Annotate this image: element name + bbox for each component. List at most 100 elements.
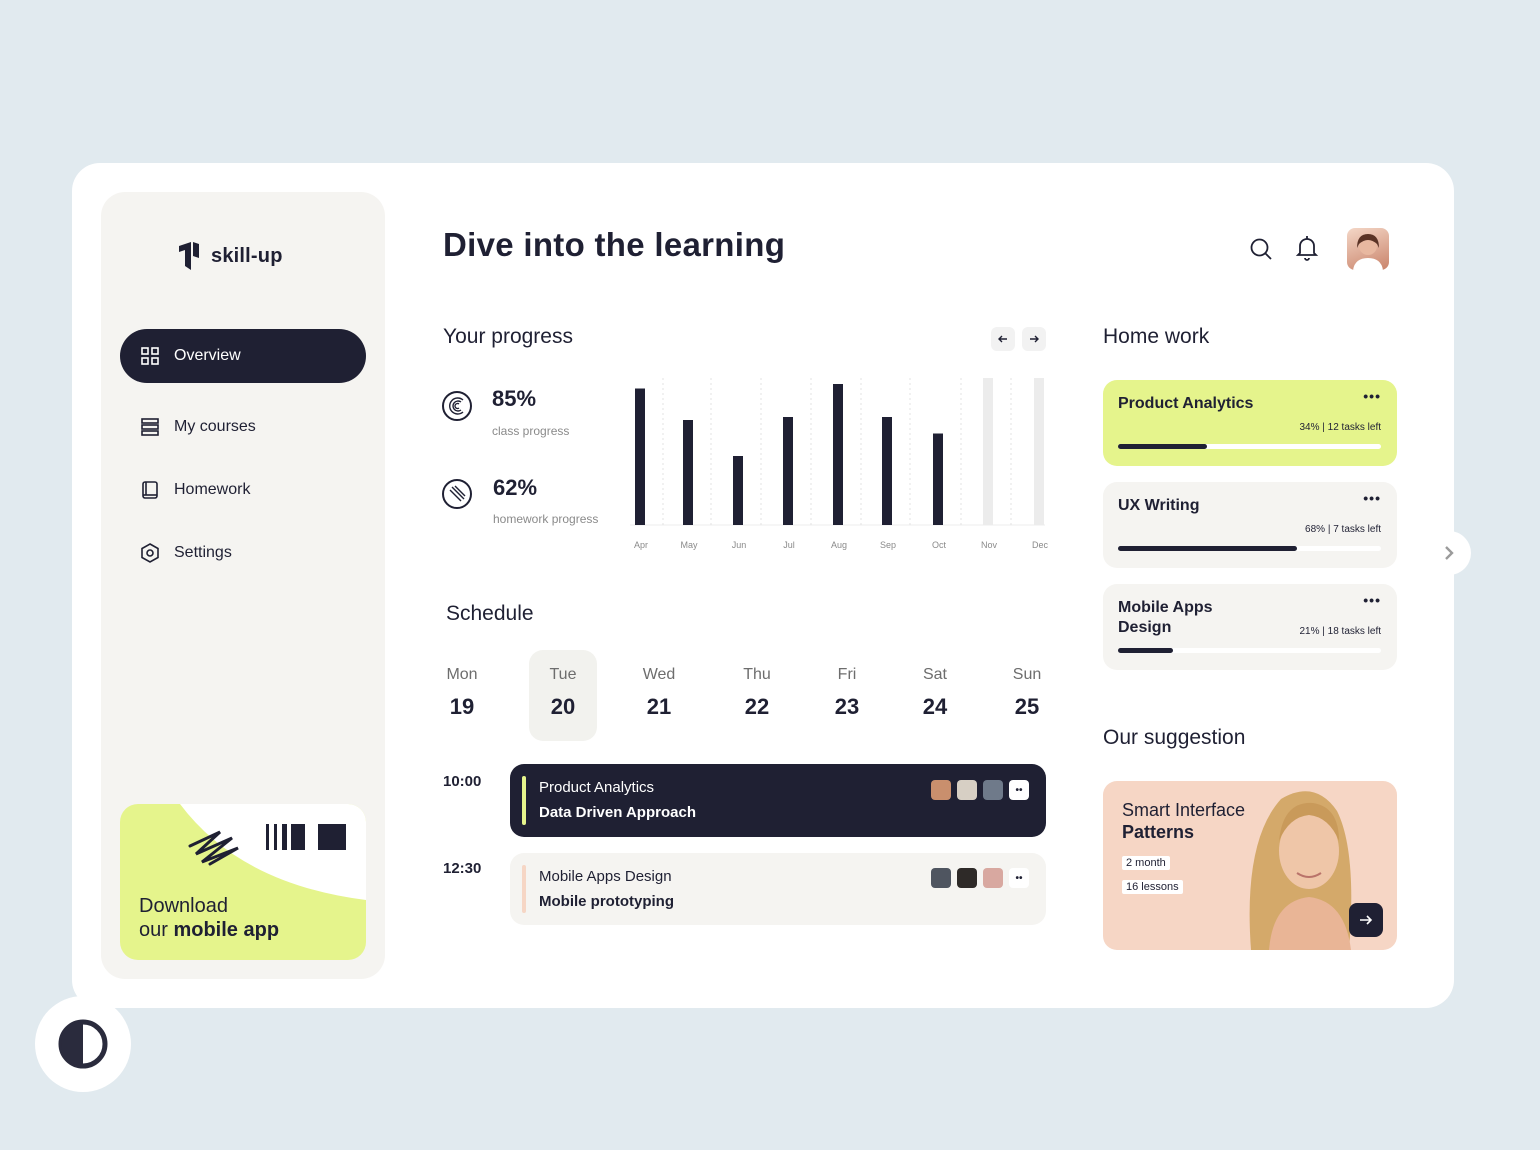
event-course: Mobile Apps Design [539, 868, 672, 885]
arrow-right-icon [1030, 335, 1039, 343]
homework-card-meta: 68% | 7 tasks left [1305, 524, 1381, 535]
homework-card[interactable]: Product Analytics ••• 34% | 12 tasks left [1103, 380, 1397, 466]
stack-icon [140, 417, 160, 437]
chart-bar[interactable] [733, 456, 743, 525]
chart-bar[interactable] [933, 433, 943, 526]
day-name: Wed [642, 666, 676, 683]
day-number: 20 [550, 694, 576, 719]
sidebar: skill-up Overview My courses Homework Se… [101, 192, 385, 979]
chart-bar[interactable] [833, 384, 843, 525]
participant-avatar [983, 868, 1003, 888]
homework-progress-fill [1118, 546, 1297, 551]
day-sat[interactable]: Sat 24 [901, 650, 969, 741]
homework-card-meta: 21% | 18 tasks left [1299, 626, 1381, 637]
event-course: Product Analytics [539, 779, 655, 796]
chart-x-label: May [680, 540, 698, 550]
chart-x-label: Jun [732, 540, 747, 550]
participant-avatar [957, 780, 977, 800]
settings-icon [140, 543, 160, 563]
day-number: 23 [834, 694, 860, 719]
day-name: Mon [446, 666, 478, 683]
panel-next-button[interactable] [1427, 531, 1471, 575]
brand-logo[interactable]: skill-up [177, 240, 283, 272]
day-name: Thu [743, 666, 771, 683]
more-options-button[interactable]: ••• [1363, 388, 1381, 404]
lessons-chip: 16 lessons [1122, 880, 1183, 894]
chart-bar[interactable] [882, 417, 892, 525]
chart-x-label: Nov [981, 540, 998, 550]
day-name: Fri [837, 666, 857, 683]
schedule-title: Schedule [446, 602, 534, 625]
chart-x-label: Jul [783, 540, 795, 550]
homework-card-title: Mobile Apps Design [1118, 599, 1213, 636]
nav-label: Homework [174, 481, 251, 498]
suggestion-card[interactable]: Smart Interface Patterns 2 month 16 lesso… [1103, 781, 1397, 950]
day-number: 19 [449, 694, 475, 719]
homework-progress-fill [1118, 444, 1208, 449]
more-participants-button[interactable]: •• [1009, 780, 1029, 800]
chart-next-button[interactable] [1022, 327, 1046, 351]
nav-label: My courses [174, 418, 256, 435]
homework-progress-icon [442, 479, 472, 509]
nav-item-overview[interactable]: Overview [120, 329, 366, 383]
homework-card[interactable]: UX Writing ••• 68% | 7 tasks left [1103, 482, 1397, 568]
event-accent [522, 776, 526, 825]
book-icon [140, 480, 160, 500]
user-avatar[interactable] [1347, 228, 1389, 270]
brand-name: skill-up [211, 244, 283, 267]
logo-icon [179, 242, 199, 270]
homework-title: Home work [1103, 325, 1210, 348]
chart-bar-empty[interactable] [983, 378, 993, 525]
participant-avatar [931, 780, 951, 800]
arrow-right-icon [1360, 915, 1373, 925]
class-progress-icon [442, 391, 472, 421]
participant-avatar [983, 780, 1003, 800]
homework-progress-track [1118, 648, 1381, 653]
suggestion-card-title: Smart Interface Patterns [1122, 800, 1246, 842]
day-number: 22 [744, 694, 770, 719]
homework-progress-track [1118, 546, 1381, 551]
day-number: 25 [1014, 694, 1040, 719]
suggestion-open-button[interactable] [1349, 903, 1383, 937]
day-tue[interactable]: Tue 20 [529, 650, 597, 741]
bell-icon[interactable] [1294, 235, 1320, 261]
theme-toggle-button[interactable] [35, 996, 131, 1092]
day-number: 21 [646, 694, 672, 719]
homework-progress-fill [1118, 648, 1174, 653]
event-topic: Mobile prototyping [539, 893, 674, 910]
nav-label: Overview [174, 347, 241, 364]
event-accent [522, 865, 526, 913]
day-fri[interactable]: Fri 23 [813, 650, 881, 741]
chart-x-label: Dec [1032, 540, 1049, 550]
day-mon[interactable]: Mon 19 [428, 650, 496, 741]
more-options-button[interactable]: ••• [1363, 592, 1381, 608]
more-participants-button[interactable]: •• [1009, 868, 1029, 888]
suggestion-title: Our suggestion [1103, 726, 1246, 749]
event-time: 10:00 [443, 773, 482, 790]
homework-progress-value: 62% [493, 475, 538, 500]
chart-bar[interactable] [635, 388, 645, 526]
download-app-card[interactable]: Download our mobile app [120, 804, 366, 960]
event-mobile-apps-design[interactable]: Mobile Apps Design Mobile prototyping •• [510, 853, 1046, 925]
nav-item-homework[interactable]: Homework [120, 463, 366, 517]
chart-x-label: Apr [634, 540, 648, 550]
nav-item-my-courses[interactable]: My courses [120, 400, 366, 454]
day-thu[interactable]: Thu 22 [723, 650, 791, 741]
event-time: 12:30 [443, 860, 482, 877]
homework-card[interactable]: Mobile Apps Design ••• 21% | 18 tasks left [1103, 584, 1397, 670]
arrow-left-icon [998, 335, 1007, 343]
chart-bar[interactable] [683, 420, 693, 525]
chart-x-label: Sep [880, 540, 896, 550]
chart-bar-empty[interactable] [1034, 378, 1044, 525]
nav-label: Settings [174, 544, 232, 561]
chart-prev-button[interactable] [991, 327, 1015, 351]
event-product-analytics[interactable]: Product Analytics Data Driven Approach •… [510, 764, 1046, 837]
search-icon[interactable] [1248, 236, 1274, 262]
nav-item-settings[interactable]: Settings [120, 526, 366, 580]
day-sun[interactable]: Sun 25 [993, 650, 1061, 741]
more-options-button[interactable]: ••• [1363, 490, 1381, 506]
day-wed[interactable]: Wed 21 [625, 650, 693, 741]
chart-bar[interactable] [783, 417, 793, 525]
chart-x-label: Aug [831, 540, 847, 550]
day-name: Tue [549, 666, 577, 683]
